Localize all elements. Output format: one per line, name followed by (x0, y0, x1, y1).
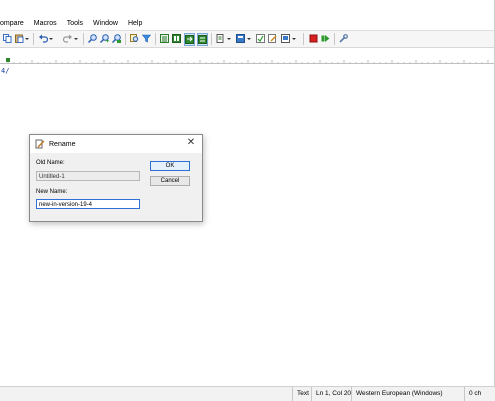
status-char-count: 0 ch (464, 387, 485, 401)
filter-icon[interactable] (142, 33, 151, 44)
dropdown-icon[interactable] (247, 33, 252, 44)
compare-icon[interactable] (184, 33, 195, 46)
find-icon[interactable] (88, 33, 97, 44)
dropdown-icon[interactable] (49, 33, 54, 44)
status-encoding[interactable]: Western European (Windows) (351, 387, 447, 401)
menu-compare[interactable]: ompare (0, 18, 29, 30)
column-mode-icon[interactable] (160, 33, 169, 44)
rename-dialog: Rename ✕ Old Name: Untitled-1 New Name: … (29, 134, 203, 222)
stop-icon[interactable] (309, 33, 318, 44)
rename-icon (35, 139, 45, 149)
dropdown-icon[interactable] (25, 33, 30, 44)
menu-tools[interactable]: Tools (62, 18, 88, 30)
dropdown-icon[interactable] (292, 33, 297, 44)
editor-text: 4/ (1, 67, 10, 75)
editor-area[interactable]: 4/ (0, 64, 495, 384)
document-icon[interactable] (216, 33, 225, 44)
ruler-caret-marker (6, 58, 10, 62)
status-mode[interactable]: Text (292, 387, 313, 401)
view-icon[interactable] (281, 33, 290, 44)
title-bar (0, 0, 495, 19)
old-name-label: Old Name: (36, 160, 65, 166)
layout-icon[interactable] (236, 33, 245, 44)
new-name-input[interactable]: new-in-version-19-4 (36, 199, 140, 209)
settings-icon[interactable] (339, 33, 348, 44)
menu-bar: ompare Macros Tools Window Help (0, 18, 495, 30)
new-name-label: New Name: (36, 189, 68, 195)
dialog-title: Rename (49, 140, 76, 148)
toolbar (0, 30, 495, 48)
sync-icon[interactable] (197, 33, 208, 46)
status-position[interactable]: Ln 1, Col 20 (311, 387, 355, 401)
menu-window[interactable]: Window (88, 18, 123, 30)
toolbar-separator (303, 33, 304, 45)
menu-macros[interactable]: Macros (29, 18, 62, 30)
redo-icon[interactable] (63, 33, 72, 44)
old-name-field: Untitled-1 (36, 171, 140, 181)
edit-icon[interactable] (268, 33, 277, 44)
toolbar-separator (155, 33, 156, 45)
toolbar-separator (83, 33, 84, 45)
paste-icon[interactable] (15, 33, 24, 44)
dialog-title-bar: Rename ✕ (30, 135, 202, 153)
toolbar-separator (211, 33, 212, 45)
toolbar-separator (33, 33, 34, 45)
toolbar-separator (125, 33, 126, 45)
dropdown-icon[interactable] (74, 33, 79, 44)
menu-help[interactable]: Help (123, 18, 147, 30)
find-next-icon[interactable] (100, 33, 109, 44)
split-view-icon[interactable] (172, 33, 181, 44)
dropdown-icon[interactable] (227, 33, 232, 44)
play-icon[interactable] (321, 33, 330, 44)
toolbar-separator (334, 33, 335, 45)
macro-icon[interactable] (256, 33, 265, 44)
copy-icon[interactable] (3, 33, 12, 44)
close-icon[interactable]: ✕ (186, 138, 196, 148)
find-replace-icon[interactable] (112, 33, 121, 44)
cancel-button[interactable]: Cancel (150, 176, 190, 186)
undo-icon[interactable] (39, 33, 48, 44)
status-bar: Text Ln 1, Col 20 Western European (Wind… (0, 386, 495, 401)
find-in-files-icon[interactable] (130, 33, 139, 44)
ok-button[interactable]: OK (150, 161, 190, 171)
